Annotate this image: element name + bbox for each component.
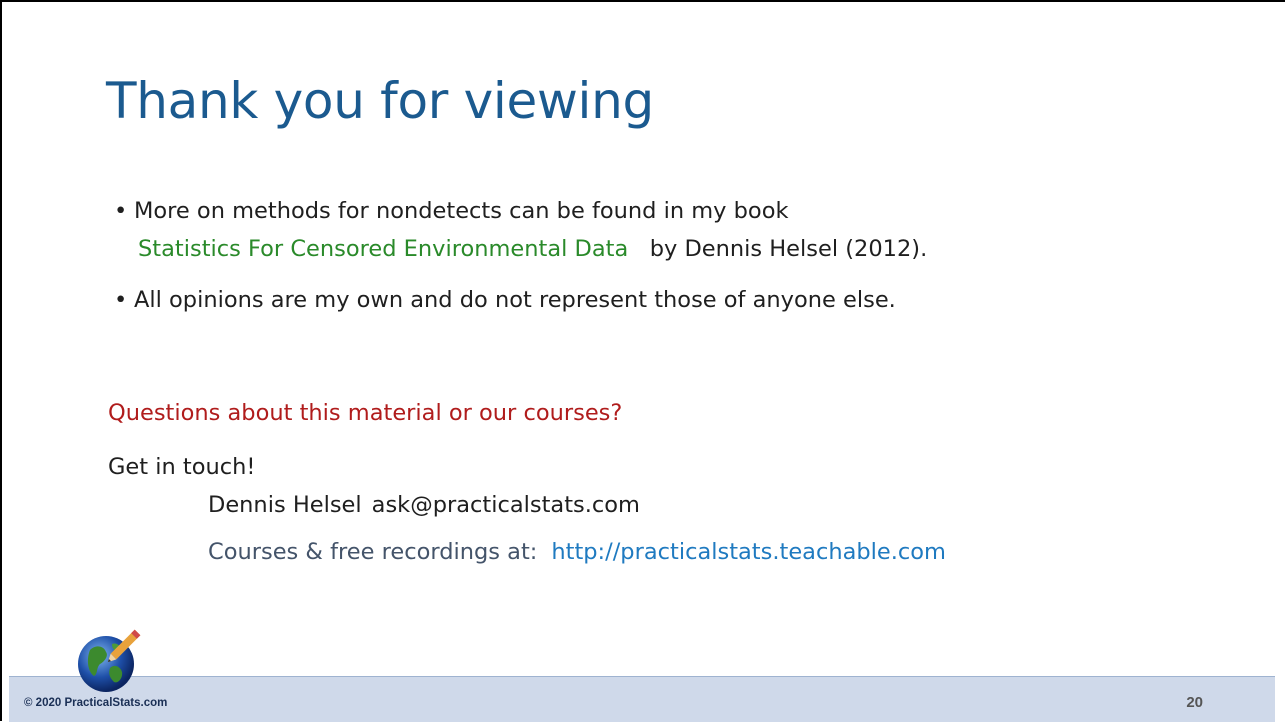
- globe-pencil-icon: [78, 629, 141, 692]
- slide-title: Thank you for viewing: [106, 72, 654, 130]
- bullet-1-continuation: Statistics For Censored Environmental Da…: [138, 236, 927, 262]
- bullet-dot: •: [114, 287, 128, 313]
- questions-heading: Questions about this material or our cou…: [108, 400, 623, 426]
- copyright-text: © 2020 PracticalStats.com: [24, 697, 168, 709]
- courses-label: Courses & free recordings at:: [208, 539, 538, 565]
- bullet-1-text: More on methods for nondetects can be fo…: [134, 198, 789, 224]
- slide-border-left: [0, 0, 2, 721]
- book-author: by Dennis Helsel (2012).: [649, 236, 928, 262]
- book-title: Statistics For Censored Environmental Da…: [138, 236, 629, 262]
- footer-bar: © 2020 PracticalStats.com 20: [9, 676, 1275, 722]
- courses-link[interactable]: http://practicalstats.teachable.com: [551, 539, 946, 565]
- bullet-dot: •: [114, 198, 128, 224]
- contact-email[interactable]: ask@practicalstats.com: [372, 492, 640, 518]
- get-in-touch: Get in touch!: [108, 454, 256, 480]
- bullet-2-text: All opinions are my own and do not repre…: [134, 287, 896, 313]
- courses-line: Courses & free recordings at: http://prac…: [208, 539, 946, 565]
- bullet-2: • All opinions are my own and do not repr…: [114, 287, 896, 313]
- slide: Thank you for viewing • More on methods f…: [0, 0, 1285, 722]
- slide-border-top: [0, 0, 1285, 2]
- page-number: 20: [1186, 694, 1203, 711]
- contact-name: Dennis Helsel: [208, 492, 362, 518]
- bullet-1: • More on methods for nondetects can be f…: [114, 198, 789, 224]
- contact-line: Dennis Helsel ask@practicalstats.com: [208, 492, 640, 518]
